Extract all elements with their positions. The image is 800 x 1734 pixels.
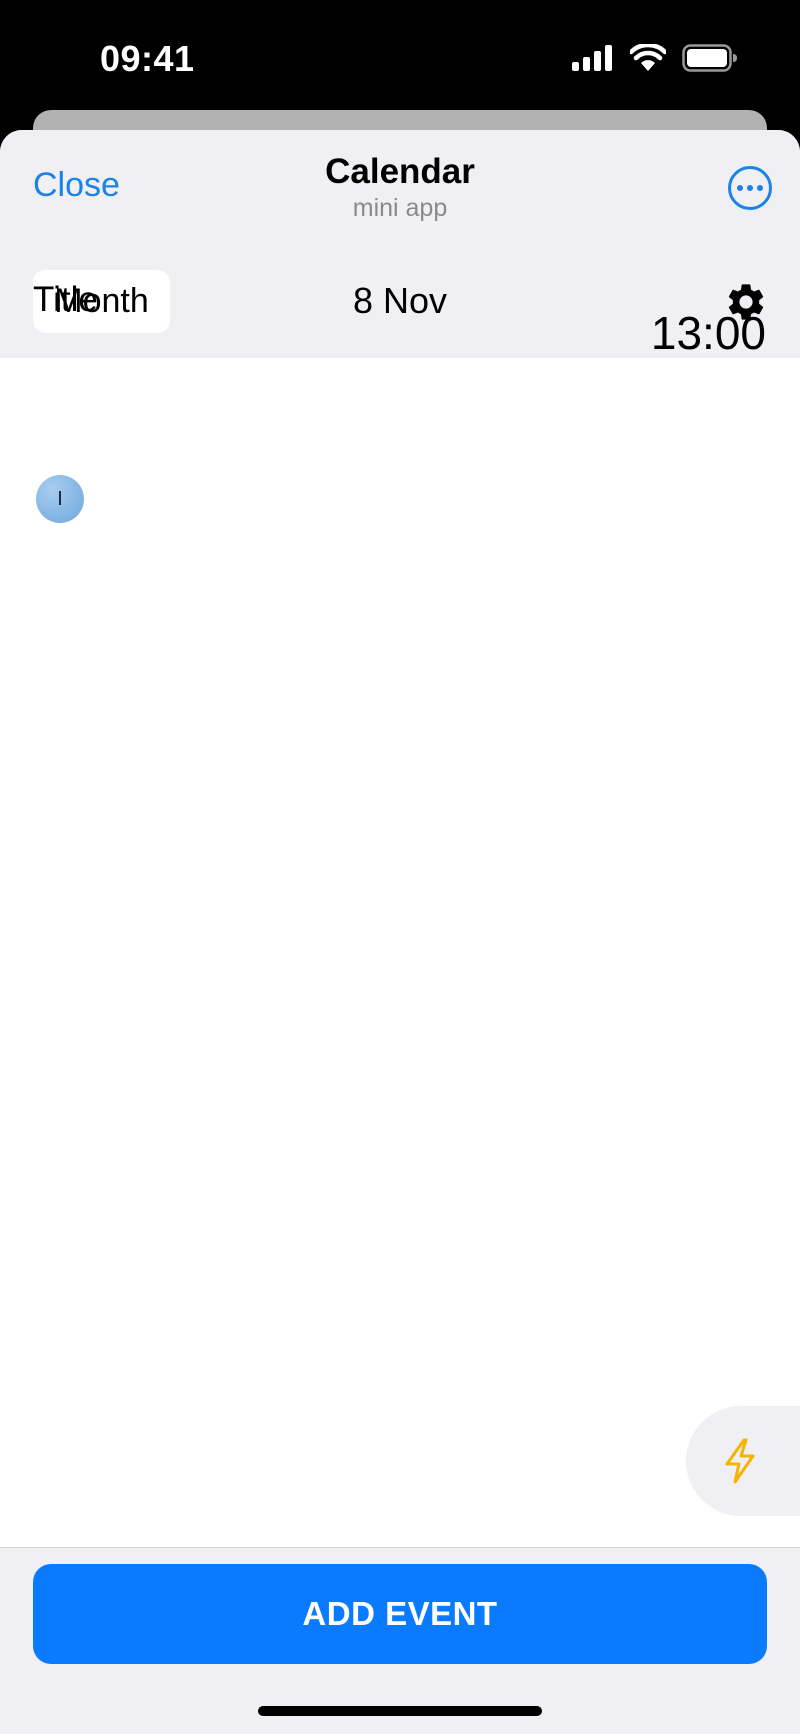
ellipsis-circle-icon [737, 185, 743, 191]
footer: ADD EVENT [0, 1547, 800, 1734]
ellipsis-dot [757, 185, 763, 191]
status-time: 09:41 [100, 38, 195, 79]
add-event-button[interactable]: ADD EVENT [33, 1564, 767, 1664]
title-block: Calendar mini app [0, 152, 800, 223]
wifi-icon [630, 44, 666, 71]
lightning-button[interactable] [686, 1406, 800, 1516]
app-title: Calendar [325, 152, 475, 191]
status-icons [572, 44, 738, 72]
more-options-button[interactable] [728, 166, 772, 210]
event-item[interactable] [0, 400, 800, 530]
event-time: 13:00 [650, 307, 766, 359]
avatar-initial: I [57, 487, 63, 510]
mini-app-sheet: Close Calendar mini app Month 8 Nov Titl… [0, 130, 800, 1734]
phone-screen: 09:41 Close Calendar mini app Month 8 No… [0, 0, 800, 1734]
close-button[interactable]: Close [33, 166, 120, 205]
ellipsis-dot [747, 185, 753, 191]
status-bar: 09:41 [0, 0, 800, 110]
avatar: I [36, 475, 84, 523]
cellular-signal-icon [572, 45, 612, 71]
lightning-icon [725, 1438, 755, 1484]
home-indicator[interactable] [258, 1706, 542, 1716]
app-subtitle: mini app [352, 194, 448, 222]
event-title: Title [33, 280, 98, 319]
battery-icon [682, 44, 737, 72]
